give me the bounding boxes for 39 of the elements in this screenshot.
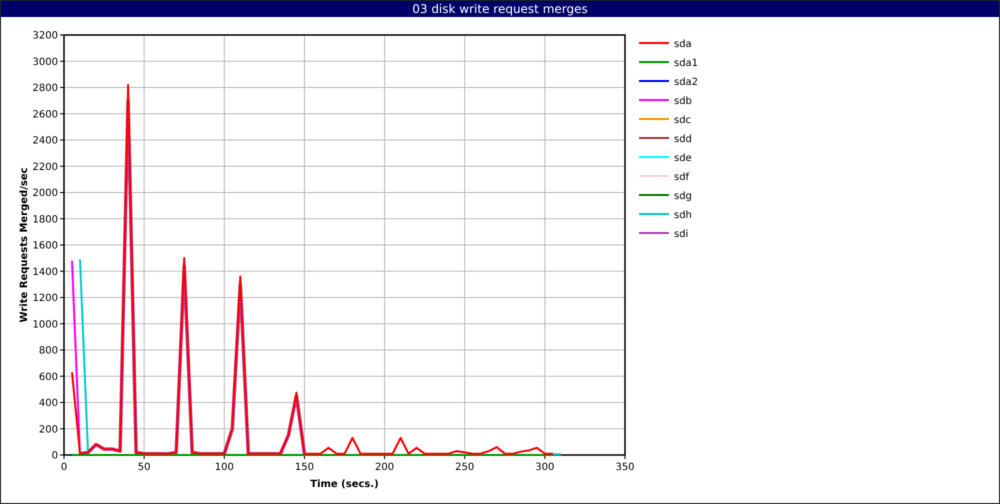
legend-label: sdh xyxy=(674,210,692,221)
axis-title: Write Requests Merged/sec xyxy=(19,167,30,323)
legend-label: sdd xyxy=(674,134,692,145)
legend-label: sdb xyxy=(674,96,692,107)
axis-tick-label: 2400 xyxy=(32,136,58,146)
axis-tick-label: 2200 xyxy=(32,162,58,173)
axis-tick-label: 2600 xyxy=(32,109,58,120)
axis-tick-label: 150 xyxy=(294,462,314,473)
axis-tick-label: 50 xyxy=(138,462,150,473)
axis-tick-label: 800 xyxy=(38,346,58,356)
legend-label: sdg xyxy=(674,191,692,202)
legend-label: sdi xyxy=(674,229,688,240)
axis-tick-label: 0 xyxy=(52,450,58,462)
axis-tick-label: 600 xyxy=(38,372,58,383)
axis-tick-label: 1800 xyxy=(32,214,58,226)
legend-label: sda xyxy=(674,39,692,50)
axis-tick-label: 300 xyxy=(535,462,554,473)
axis-title: Time (secs.) xyxy=(310,479,379,490)
axis-tick-label: 1000 xyxy=(32,319,58,330)
legend-label: sde xyxy=(674,153,692,164)
legend-label: sda1 xyxy=(674,58,698,69)
legend-label: sdf xyxy=(674,172,690,183)
axis-tick-label: 1600 xyxy=(32,240,58,252)
axis-tick-label: 250 xyxy=(455,462,474,473)
chart-title: 03 disk write request merges xyxy=(1,1,999,17)
axis-tick-label: 3200 xyxy=(32,30,58,42)
axis-tick-label: 400 xyxy=(38,398,58,409)
axis-tick-label: 0 xyxy=(60,462,68,473)
axis-tick-label: 2800 xyxy=(32,83,58,94)
axis-tick-label: 200 xyxy=(375,462,394,473)
axis-tick-label: 350 xyxy=(615,462,635,473)
axis-tick-label: 100 xyxy=(214,462,234,473)
axis-tick-label: 200 xyxy=(38,424,58,436)
legend-label: sda2 xyxy=(674,77,698,88)
axis-tick-label: 1200 xyxy=(32,293,58,304)
axis-tick-label: 1400 xyxy=(32,266,58,278)
legend-label: sdc xyxy=(674,115,692,126)
axis-tick-label: 3000 xyxy=(32,56,58,68)
axis-tick-label: 2000 xyxy=(32,188,58,199)
